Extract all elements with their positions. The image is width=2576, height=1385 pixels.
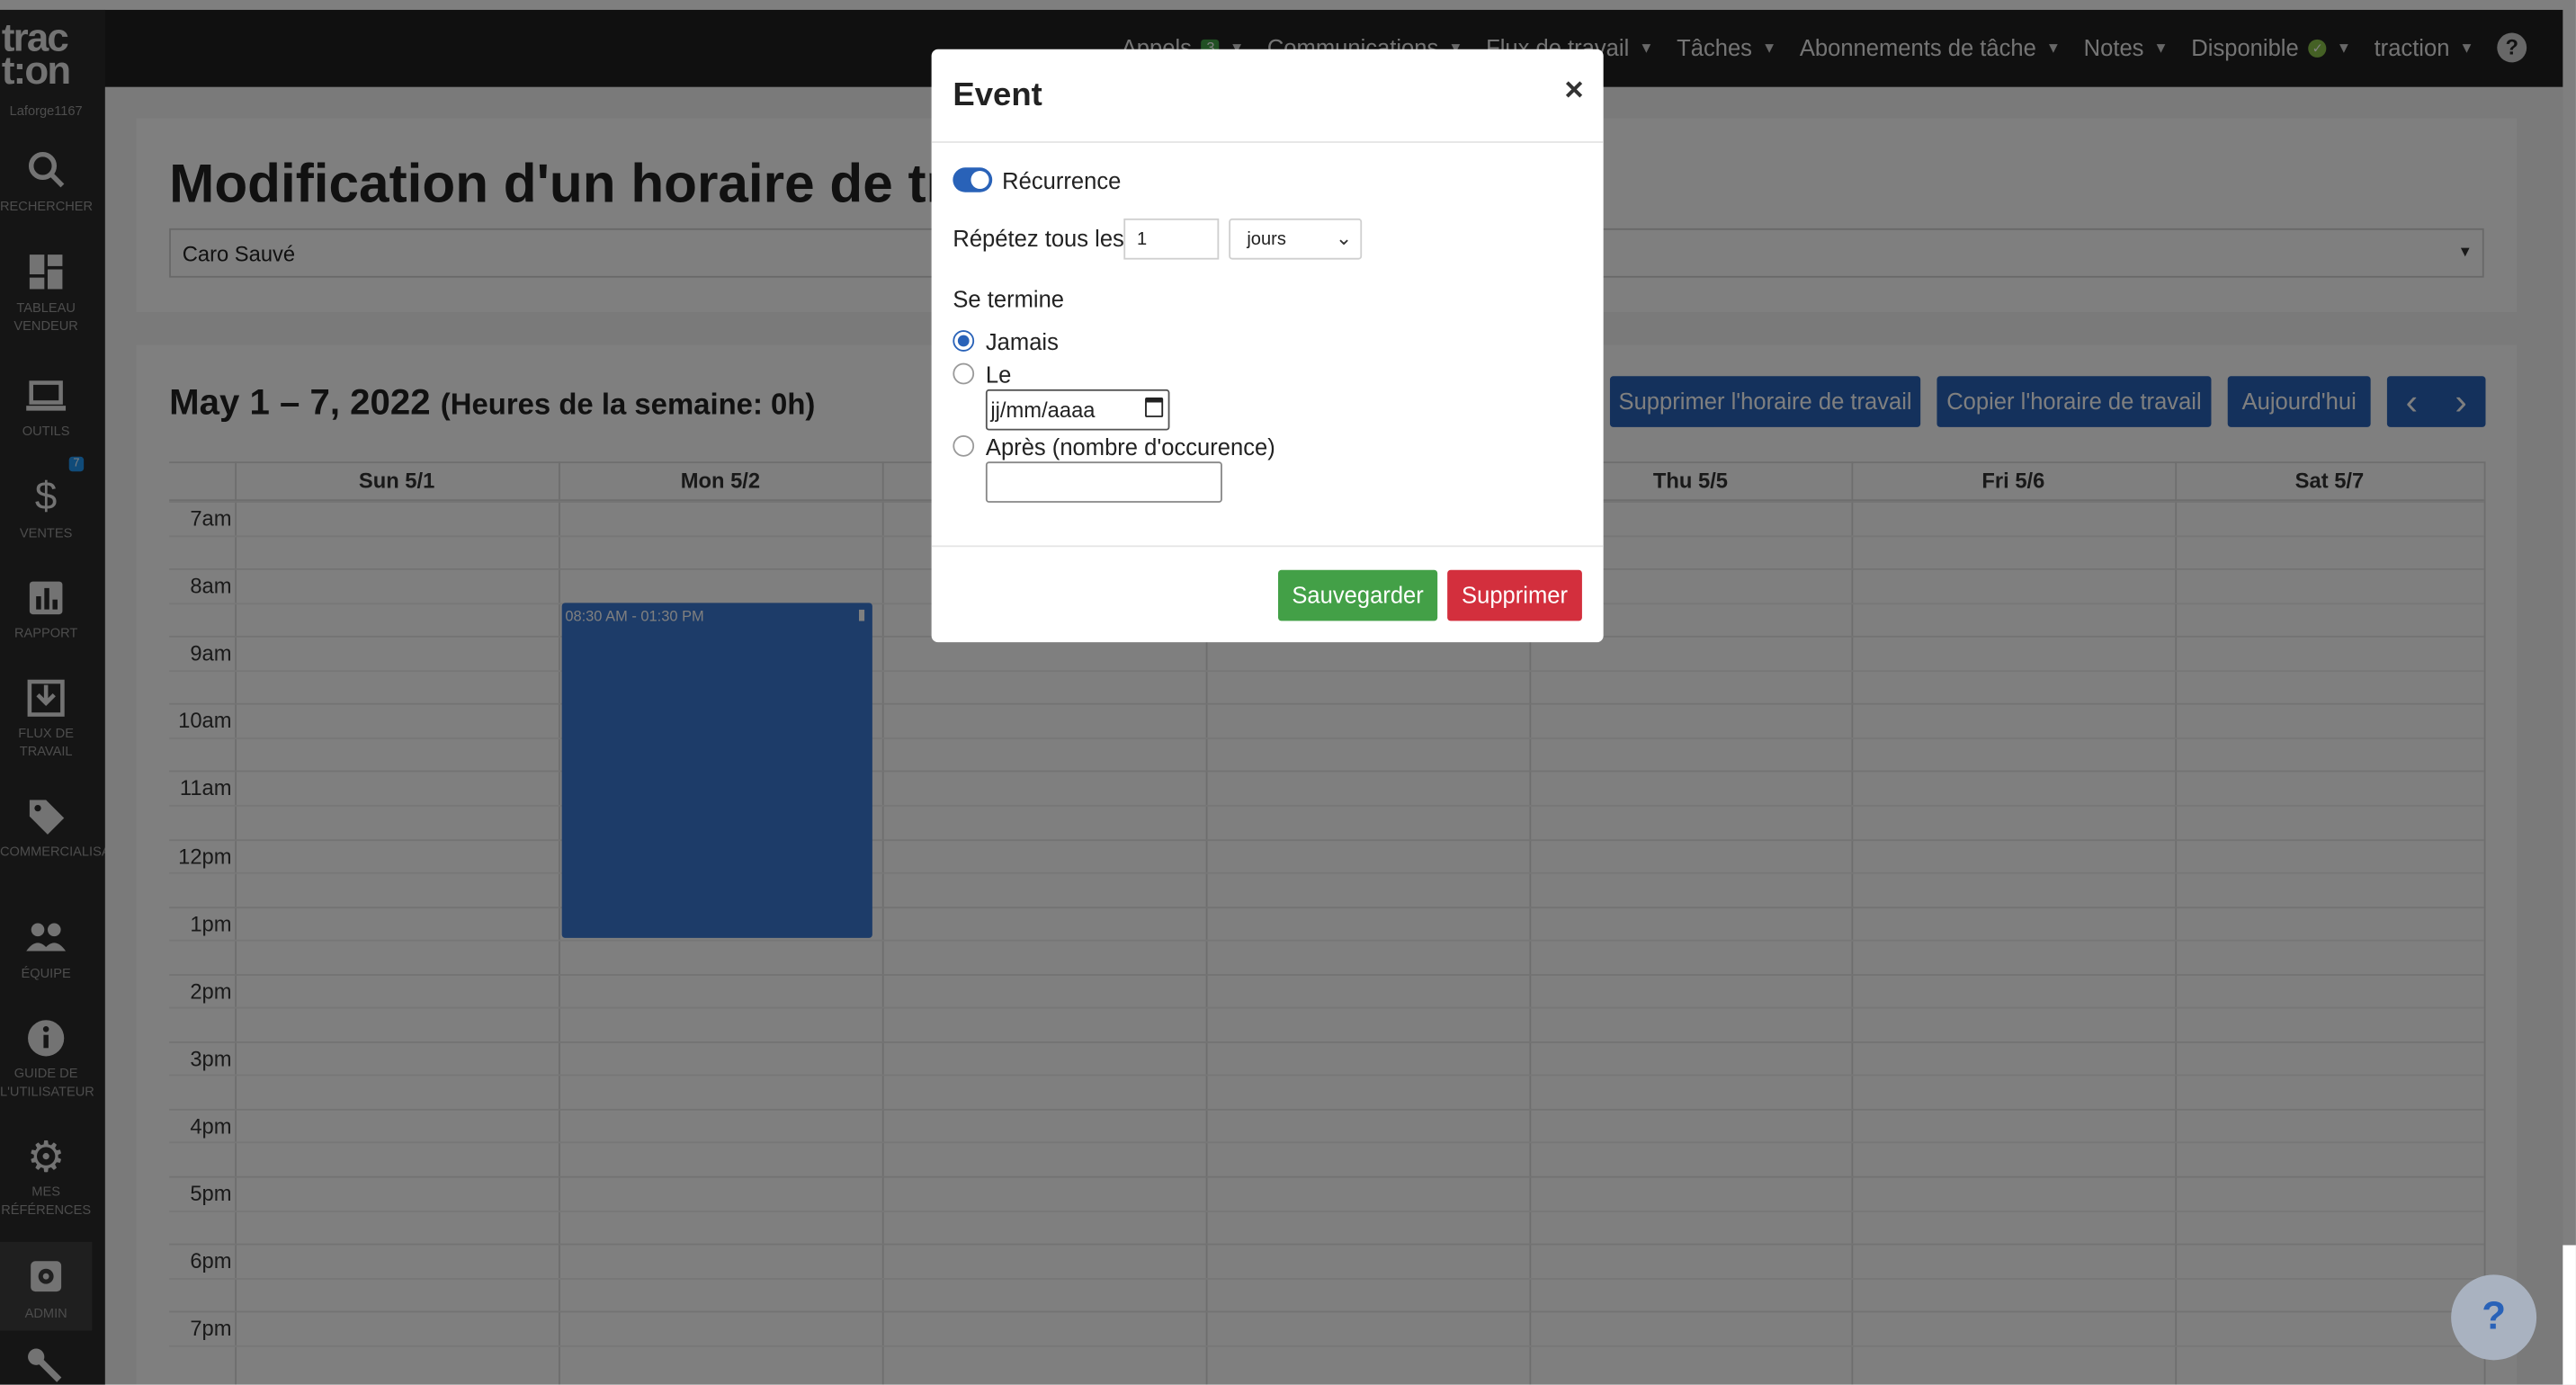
ends-after-radio[interactable]	[953, 435, 975, 457]
help-button[interactable]: ?	[2451, 1274, 2537, 1361]
ends-never-radio[interactable]	[953, 330, 975, 352]
repeat-unit-value: jours	[1247, 229, 1286, 250]
ends-never-label: Jamais	[985, 328, 1059, 355]
repeat-interval-input[interactable]: 1	[1123, 218, 1220, 260]
chevron-down-icon: ⌄	[1335, 227, 1353, 250]
calendar-icon[interactable]	[1145, 398, 1164, 417]
close-icon[interactable]: ×	[1564, 72, 1583, 110]
repeat-unit-select[interactable]: jours ⌄	[1229, 218, 1363, 260]
ends-label: Se termine	[953, 285, 1065, 313]
event-modal: Event × Récurrence Répétez tous les 1 jo…	[931, 49, 1604, 643]
modal-footer-divider	[931, 545, 1604, 548]
ends-after-label: Après (nombre d'occurence)	[985, 433, 1275, 460]
recurrence-label: Récurrence	[1002, 167, 1122, 194]
ends-on-radio[interactable]	[953, 362, 975, 385]
modal-header: Event ×	[931, 49, 1604, 143]
ends-on-label: Le	[985, 361, 1012, 389]
toggle-knob	[970, 170, 989, 190]
end-date-input[interactable]: jj/mm/aaaa	[985, 389, 1170, 431]
save-button[interactable]: Sauvegarder	[1278, 569, 1438, 621]
occurrence-count-input[interactable]	[985, 461, 1222, 503]
window-edge	[2563, 1245, 2576, 1385]
recurrence-toggle[interactable]	[953, 167, 993, 192]
modal-title: Event	[953, 76, 1042, 114]
date-placeholder: jj/mm/aaaa	[990, 398, 1096, 423]
delete-button[interactable]: Supprimer	[1447, 569, 1582, 621]
repeat-label: Répétez tous les	[953, 225, 1124, 252]
